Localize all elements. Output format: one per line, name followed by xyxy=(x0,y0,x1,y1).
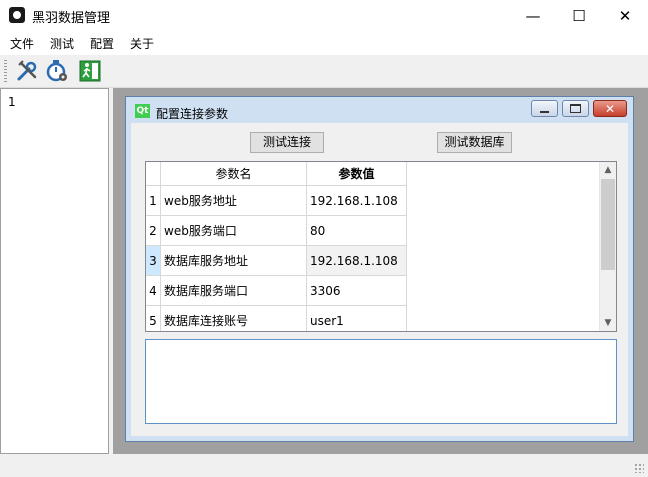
column-header-name[interactable]: 参数名 xyxy=(161,162,307,186)
menu-test[interactable]: 测试 xyxy=(50,35,74,52)
settings-stopwatch-icon[interactable] xyxy=(45,59,69,83)
test-connection-button[interactable]: 测试连接 xyxy=(250,132,324,153)
close-button[interactable]: ✕ xyxy=(602,0,648,31)
tree-panel[interactable]: 1 xyxy=(0,88,109,454)
menu-about[interactable]: 关于 xyxy=(130,35,154,52)
size-grip-icon[interactable] xyxy=(634,463,644,473)
subwindow-close-button[interactable]: ✕ xyxy=(593,100,627,117)
table-vertical-scrollbar[interactable]: ▲ ▼ xyxy=(599,162,616,331)
subwindow-minimize-button[interactable] xyxy=(531,100,558,117)
table-cell-value-current[interactable]: 192.168.1.108 xyxy=(307,246,407,276)
table-cell-name[interactable]: 数据库连接账号 xyxy=(161,306,307,331)
table-cell-name[interactable]: web服务地址 xyxy=(161,186,307,216)
qt-icon: Qt xyxy=(135,104,150,118)
subwindow-restore-button[interactable] xyxy=(562,100,589,117)
row-header-selected[interactable]: 3 xyxy=(146,246,161,276)
scroll-down-icon[interactable]: ▼ xyxy=(600,315,616,331)
toolbar xyxy=(0,55,648,88)
row-header[interactable]: 4 xyxy=(146,276,161,306)
maximize-button[interactable]: ☐ xyxy=(556,0,602,31)
column-header-value[interactable]: 参数值 xyxy=(307,162,407,186)
test-database-button[interactable]: 测试数据库 xyxy=(437,132,512,153)
table-cell-name[interactable]: 数据库服务端口 xyxy=(161,276,307,306)
row-header[interactable]: 1 xyxy=(146,186,161,216)
restore-icon xyxy=(570,104,581,113)
window-title: 黑羽数据管理 xyxy=(32,11,111,26)
app-icon xyxy=(9,7,25,23)
table-cell-name[interactable]: 数据库服务地址 xyxy=(161,246,307,276)
row-header[interactable]: 2 xyxy=(146,216,161,246)
config-subwindow: Qt 配置连接参数 ✕ 测试连接 测试数据库 参数名 参数值 1 web服务地址… xyxy=(125,96,634,442)
subwindow-title: 配置连接参数 xyxy=(156,107,229,121)
tools-icon[interactable] xyxy=(15,59,39,83)
menu-file[interactable]: 文件 xyxy=(10,35,34,52)
subwindow-client: 测试连接 测试数据库 参数名 参数值 1 web服务地址 192.168.1.1… xyxy=(131,123,628,436)
params-table[interactable]: 参数名 参数值 1 web服务地址 192.168.1.108 2 web服务端… xyxy=(145,161,617,332)
exit-icon[interactable] xyxy=(78,59,102,83)
table-cell-value[interactable]: 192.168.1.108 xyxy=(307,186,407,216)
menu-bar: 文件 测试 配置 关于 xyxy=(0,31,648,55)
table-cell-value[interactable]: user1 xyxy=(307,306,407,331)
row-header[interactable]: 5 xyxy=(146,306,161,331)
log-text-area[interactable] xyxy=(145,339,617,424)
status-bar xyxy=(0,455,648,477)
toolbar-grip[interactable] xyxy=(4,60,7,82)
minimize-icon xyxy=(540,110,549,113)
minimize-button[interactable]: — xyxy=(510,0,556,31)
tree-item[interactable]: 1 xyxy=(8,95,16,109)
table-cell-value[interactable]: 80 xyxy=(307,216,407,246)
scroll-thumb[interactable] xyxy=(601,179,615,270)
title-bar: 黑羽数据管理 — ☐ ✕ xyxy=(0,0,648,31)
table-cell-name[interactable]: web服务端口 xyxy=(161,216,307,246)
table-cell-value[interactable]: 3306 xyxy=(307,276,407,306)
corner-header[interactable] xyxy=(146,162,161,186)
scroll-up-icon[interactable]: ▲ xyxy=(600,162,616,178)
menu-config[interactable]: 配置 xyxy=(90,35,114,52)
close-icon: ✕ xyxy=(604,101,616,116)
